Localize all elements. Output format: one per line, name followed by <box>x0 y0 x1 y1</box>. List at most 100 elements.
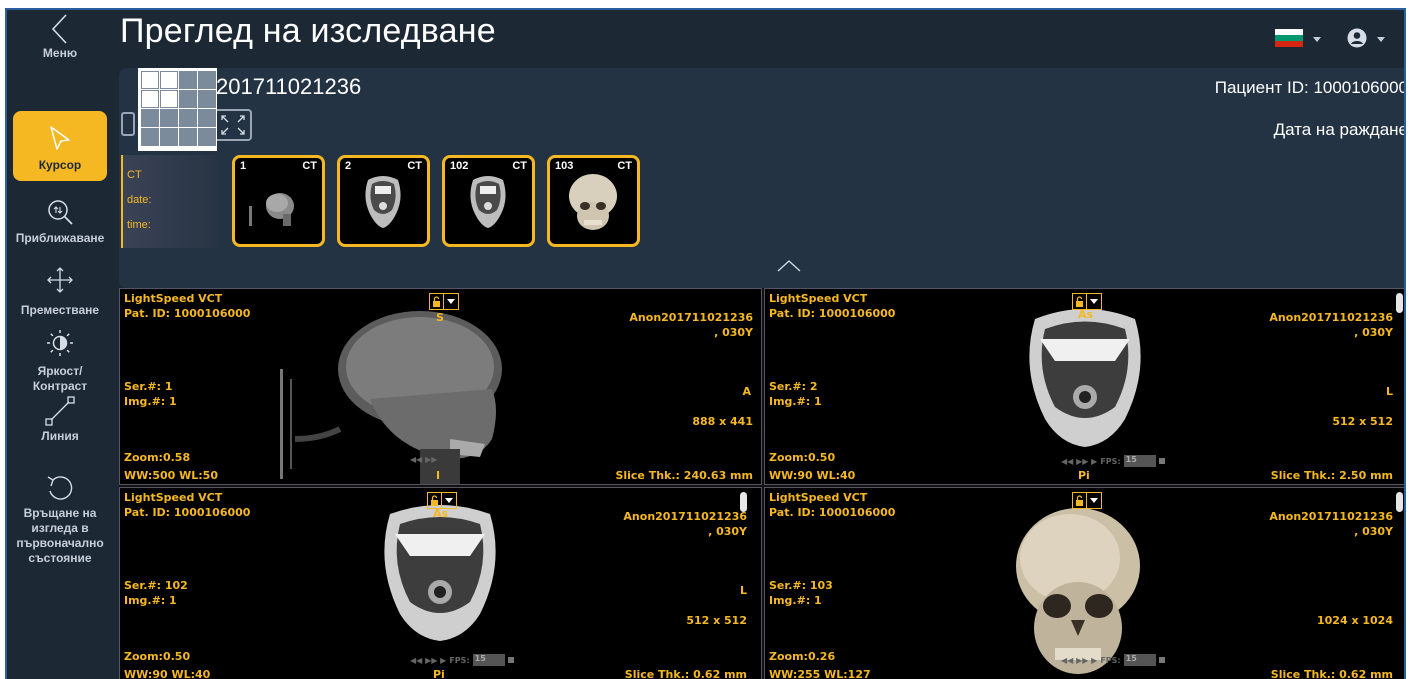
user-dropdown-icon[interactable] <box>1377 37 1385 42</box>
series-toggle-button[interactable] <box>121 112 135 136</box>
layout-cell[interactable] <box>179 109 197 127</box>
tool-reset-view[interactable]: Връщане на изгледа в първоначално състоя… <box>11 472 109 566</box>
prev-next-icon[interactable]: ◀◀ ▶▶ <box>410 455 437 464</box>
viewport-lock-control[interactable] <box>427 492 457 509</box>
dropdown-icon[interactable] <box>1087 492 1102 509</box>
viewport-scrollbar[interactable] <box>740 492 747 512</box>
layout-cell[interactable] <box>198 71 216 89</box>
anon-label: Anon201711021236 <box>1269 311 1393 324</box>
viewport-scrollbar[interactable] <box>1396 492 1403 512</box>
tool-cursor-label: Курсор <box>38 158 82 172</box>
image-number-label: Img.#: 1 <box>769 594 822 607</box>
image-size-label: 888 x 441 <box>692 415 753 428</box>
stop-icon[interactable] <box>1158 458 1165 464</box>
orientation-right: L <box>739 584 747 597</box>
tool-cursor[interactable]: Курсор <box>13 111 107 181</box>
viewport-lock-control[interactable] <box>1072 492 1102 509</box>
cine-controls[interactable]: ◀◀ ▶▶ ▶ FPS: 15 <box>1061 654 1165 666</box>
viewport-scrollbar[interactable] <box>1396 293 1403 313</box>
viewport-lock-control[interactable] <box>429 293 459 310</box>
thumbnail-number: 102 <box>450 160 469 172</box>
orientation-bottom: Pi <box>433 668 445 679</box>
layout-cell[interactable] <box>141 90 159 108</box>
device-label: LightSpeed VCT <box>124 491 223 504</box>
thumbnail-number: 103 <box>555 160 574 172</box>
fps-input[interactable]: 15 <box>472 654 505 666</box>
thumbnail-number: 1 <box>240 160 247 172</box>
study-panel: 201711021236 Пациент ID: 1000106000 Дата… <box>119 68 1406 288</box>
cine-controls[interactable]: ◀◀ ▶▶ ▶ FPS: 15 <box>410 654 514 666</box>
layout-cell[interactable] <box>198 90 216 108</box>
prev-next-icon[interactable]: ◀◀ ▶▶ ▶ <box>410 656 446 665</box>
language-flag[interactable] <box>1275 29 1303 47</box>
layout-cell[interactable] <box>179 71 197 89</box>
device-label: LightSpeed VCT <box>769 491 868 504</box>
thumbnail-modality: CT <box>617 160 632 172</box>
prev-next-icon[interactable]: ◀◀ ▶▶ ▶ <box>1061 656 1097 665</box>
cine-controls[interactable]: ◀◀ ▶▶ ▶ FPS: 15 <box>1061 455 1165 467</box>
user-icon[interactable] <box>1346 27 1368 49</box>
birth-date: Дата на раждане <box>1273 120 1406 139</box>
layout-cell[interactable] <box>160 128 178 146</box>
series-info: CT date: time: <box>121 155 217 248</box>
dropdown-icon[interactable] <box>1087 293 1102 310</box>
layout-cell[interactable] <box>198 128 216 146</box>
lock-icon[interactable] <box>429 293 444 310</box>
tool-brightness-contrast[interactable]: Яркост/ Контраст <box>11 328 109 394</box>
viewport[interactable]: LightSpeed VCT Pat. ID: 1000106000 Anon2… <box>764 288 1404 485</box>
slice-thickness-label: Slice Thk.: 0.62 mm <box>624 668 747 679</box>
thumbnail-modality: CT <box>512 160 527 172</box>
viewport-lock-control[interactable] <box>1072 293 1102 310</box>
fps-input[interactable]: 15 <box>1123 654 1156 666</box>
stop-icon[interactable] <box>507 657 514 663</box>
layout-cell[interactable] <box>179 90 197 108</box>
thumbnail-modality: CT <box>302 160 317 172</box>
series-number-label: Ser.#: 103 <box>769 579 833 592</box>
series-time: time: <box>127 219 151 231</box>
image-number-label: Img.#: 1 <box>769 395 822 408</box>
series-thumbnail[interactable]: 103 CT <box>547 155 640 247</box>
menu-button[interactable]: Меню <box>11 12 109 61</box>
stop-icon[interactable] <box>1158 657 1165 663</box>
layout-cell[interactable] <box>160 109 178 127</box>
layout-cell[interactable] <box>198 109 216 127</box>
tool-move[interactable]: Преместване <box>11 265 109 318</box>
viewport[interactable]: LightSpeed VCT Pat. ID: 1000106000 Anon2… <box>764 487 1404 679</box>
tool-line-label: Линия <box>41 429 79 443</box>
patient-id: Пациент ID: 1000106000 <box>1214 78 1406 97</box>
patient-id-label: Pat. ID: 1000106000 <box>124 307 251 320</box>
anon-label: Anon201711021236 <box>629 311 753 324</box>
chevron-up-icon[interactable] <box>776 258 802 274</box>
zoom-label: Zoom:0.26 <box>769 650 836 663</box>
layout-cell[interactable] <box>160 90 178 108</box>
layout-grid-picker[interactable] <box>138 68 217 151</box>
tool-line[interactable]: Линия <box>11 394 109 444</box>
series-thumbnail[interactable]: 1 CT <box>232 155 325 247</box>
zoom-label: Zoom:0.50 <box>769 451 836 464</box>
lock-icon[interactable] <box>427 492 442 509</box>
viewport[interactable]: LightSpeed VCT Pat. ID: 1000106000 Anon2… <box>119 487 762 679</box>
cine-controls[interactable]: ◀◀ ▶▶ <box>410 455 437 464</box>
anon-label: Anon201711021236 <box>623 510 747 523</box>
prev-next-icon[interactable]: ◀◀ ▶▶ ▶ <box>1061 457 1097 466</box>
series-thumbnail[interactable]: 102 CT <box>442 155 535 247</box>
image-size-label: 512 x 512 <box>686 614 747 627</box>
layout-cell[interactable] <box>141 109 159 127</box>
layout-cell[interactable] <box>179 128 197 146</box>
dropdown-icon[interactable] <box>442 492 457 509</box>
lock-icon[interactable] <box>1072 293 1087 310</box>
series-thumbnail[interactable]: 2 CT <box>337 155 430 247</box>
lock-icon[interactable] <box>1072 492 1087 509</box>
image-size-label: 512 x 512 <box>1332 415 1393 428</box>
orientation-top: S <box>436 311 444 324</box>
dropdown-icon[interactable] <box>444 293 459 310</box>
fps-input[interactable]: 15 <box>1123 455 1156 467</box>
tool-zoom[interactable]: Приближаване <box>11 197 109 246</box>
series-number-label: Ser.#: 2 <box>769 380 818 393</box>
layout-cell[interactable] <box>141 128 159 146</box>
layout-cell[interactable] <box>160 71 178 89</box>
fullscreen-button[interactable] <box>214 109 252 141</box>
viewport[interactable]: LightSpeed VCT Pat. ID: 1000106000 Anon2… <box>119 288 762 485</box>
layout-cell[interactable] <box>141 71 159 89</box>
language-dropdown-icon[interactable] <box>1313 37 1321 42</box>
